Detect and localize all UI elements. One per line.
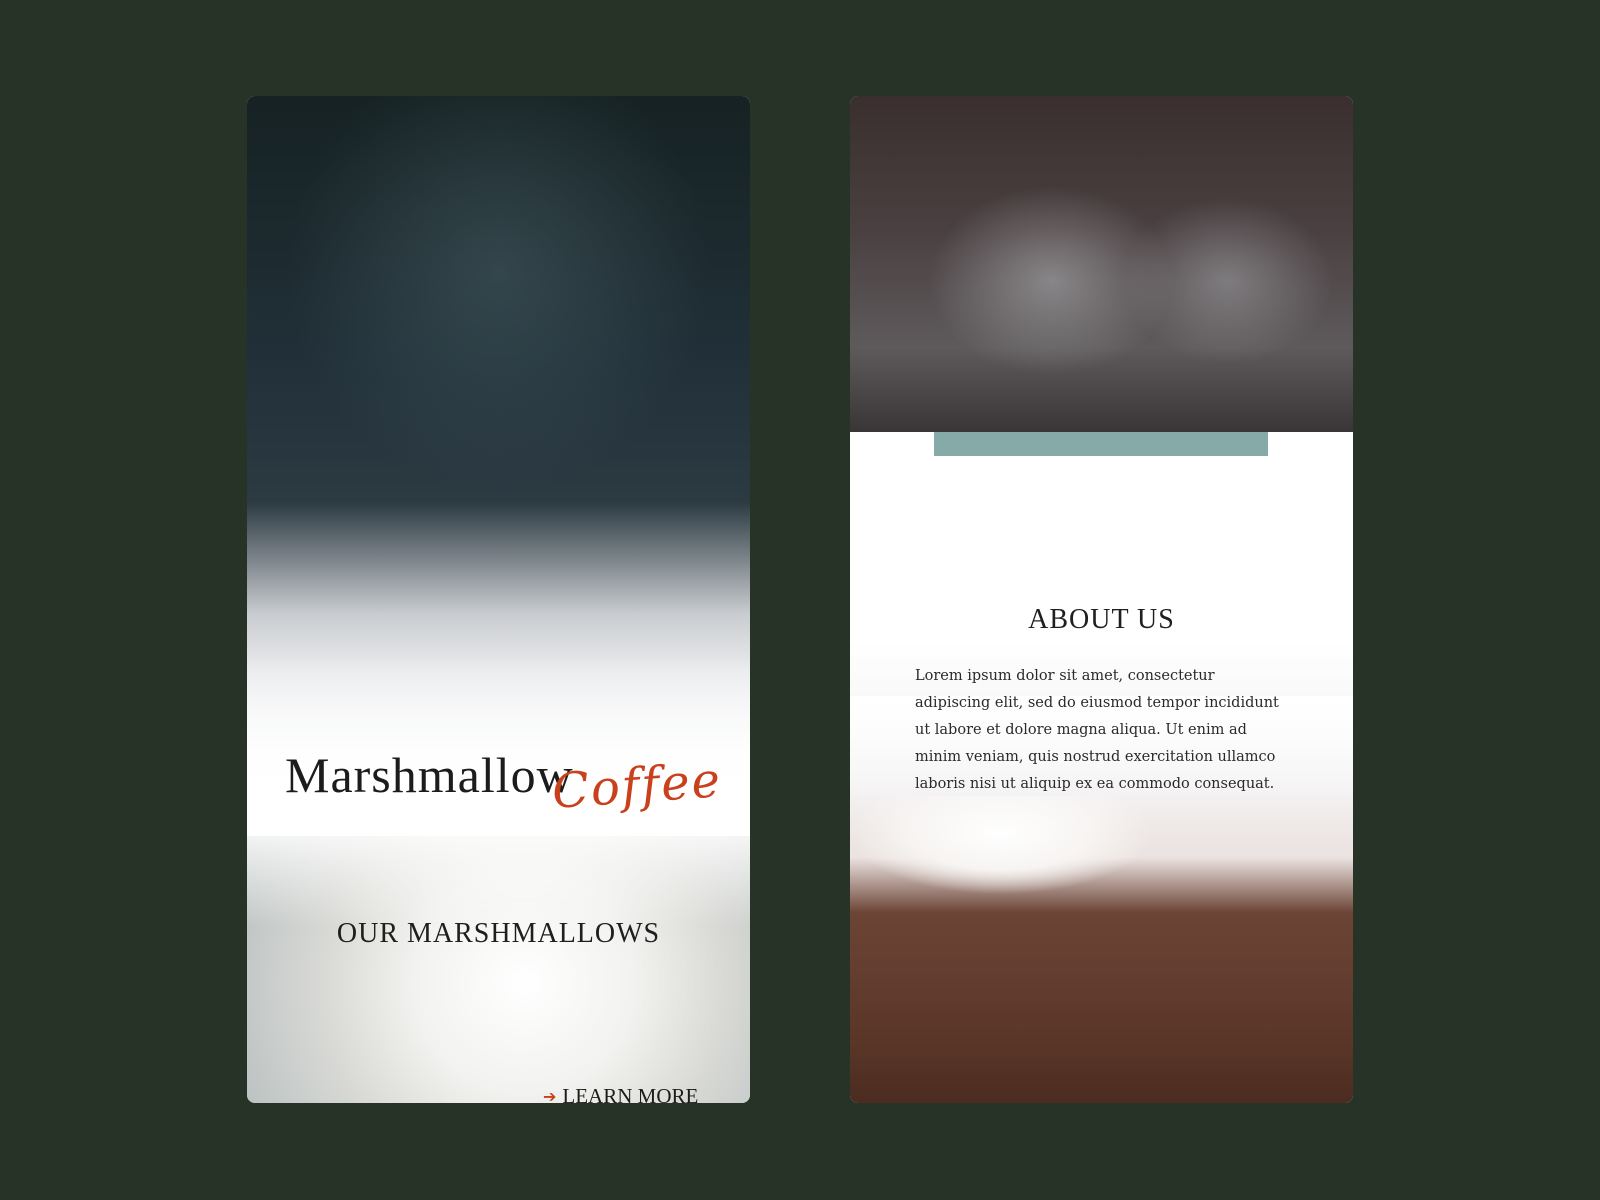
accent-bar (934, 432, 1268, 456)
chocolate-cake-photo (850, 796, 1353, 1103)
about-card: ABOUT US Lorem ipsum dolor sit amet, con… (850, 96, 1353, 1103)
hero-title: Marshmallow (285, 747, 574, 803)
marshmallow-card: Marshmallow Coffee OUR MARSHMALLOWS ➔ LE… (247, 96, 750, 1103)
marshmallow-fade-overlay (247, 816, 750, 926)
our-marshmallows-heading: OUR MARSHMALLOWS (336, 918, 661, 949)
learn-more-link[interactable]: ➔ LEARN MORE (543, 1084, 698, 1103)
about-us-text: Lorem ipsum dolor sit amet, consectetur … (915, 668, 1279, 792)
woman-with-coffee-photo (850, 96, 1353, 432)
hero-script-word: Coffee (550, 752, 724, 820)
arrow-right-icon: ➔ (543, 1088, 557, 1104)
about-us-heading: ABOUT US (1028, 604, 1175, 635)
learn-more-label: LEARN MORE (562, 1084, 699, 1103)
